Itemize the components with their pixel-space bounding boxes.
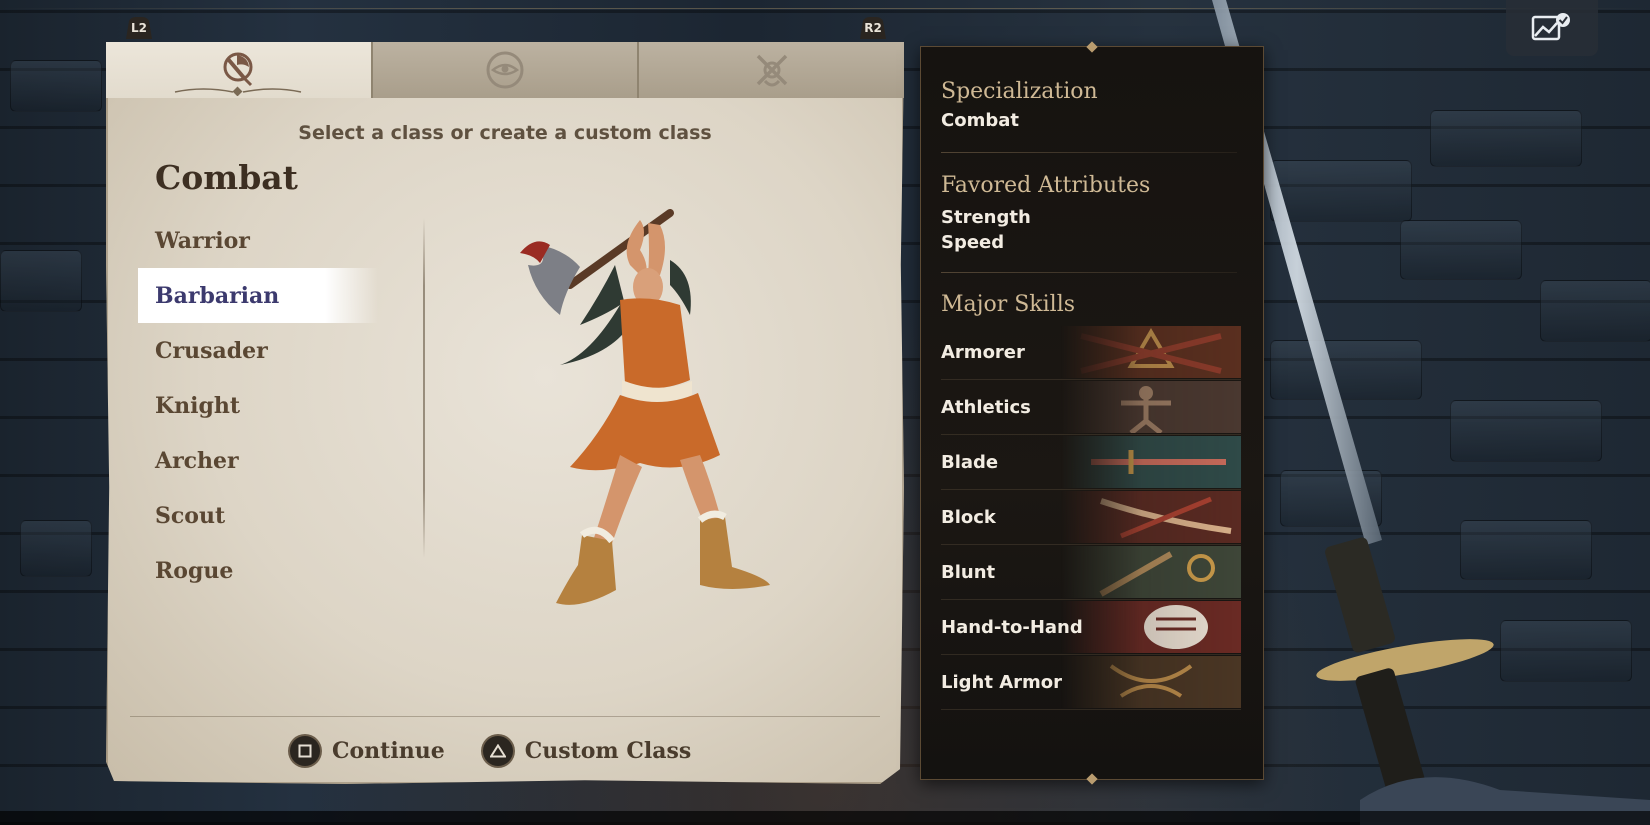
blade-skill-icon bbox=[1061, 436, 1241, 488]
major-skills-label: Major Skills bbox=[941, 292, 1076, 317]
square-button-icon bbox=[290, 736, 320, 766]
category-tabs bbox=[106, 42, 905, 98]
skill-name: Block bbox=[941, 506, 996, 528]
skill-hand-to-hand: Hand-to-Hand bbox=[941, 600, 1241, 655]
info-separator bbox=[941, 272, 1237, 273]
class-item-barbarian[interactable]: Barbarian bbox=[138, 268, 378, 323]
skill-name: Light Armor bbox=[941, 671, 1063, 693]
triangle-button-icon bbox=[482, 736, 513, 766]
custom-class-button[interactable]: Custom Class bbox=[482, 736, 692, 766]
skill-name: Armorer bbox=[941, 341, 1025, 363]
skill-name: Blunt bbox=[941, 561, 996, 583]
skill-name: Blade bbox=[941, 451, 999, 473]
hand-to-hand-skill-icon bbox=[1061, 601, 1241, 653]
info-separator bbox=[941, 152, 1237, 153]
tab-magic[interactable] bbox=[372, 42, 640, 98]
block-skill-icon bbox=[1061, 491, 1241, 543]
skill-blunt: Blunt bbox=[941, 545, 1241, 600]
major-skills-list: Armorer Athletics Blade Block Blunt Hand… bbox=[941, 325, 1241, 710]
class-item-scout[interactable]: Scout bbox=[138, 488, 378, 543]
athletics-skill-icon bbox=[1061, 381, 1241, 433]
eye-sigil-icon bbox=[486, 51, 524, 89]
bottom-bar bbox=[0, 811, 1650, 825]
screenshot-button[interactable] bbox=[1506, 0, 1598, 56]
attribute-strength: Strength bbox=[941, 207, 1031, 228]
skill-block: Block bbox=[941, 490, 1241, 545]
class-info-panel: Specialization Combat Favored Attributes… bbox=[920, 41, 1264, 785]
barbarian-illustration bbox=[520, 209, 770, 605]
skill-name: Hand-to-Hand bbox=[941, 616, 1083, 638]
class-select-prompt: Select a class or create a custom class bbox=[298, 122, 712, 144]
skill-blade: Blade bbox=[941, 435, 1241, 490]
screenshot-check-icon bbox=[1531, 13, 1570, 41]
class-item-archer[interactable]: Archer bbox=[138, 433, 378, 488]
footer-actions: Continue Custom Class bbox=[290, 730, 730, 772]
l2-button[interactable]: L2 bbox=[124, 15, 154, 41]
class-item-crusader[interactable]: Crusader bbox=[138, 323, 378, 378]
tab-stealth[interactable] bbox=[639, 42, 905, 98]
class-item-rogue[interactable]: Rogue bbox=[138, 543, 378, 598]
blunt-skill-icon bbox=[1061, 546, 1241, 598]
r2-button[interactable]: R2 bbox=[858, 15, 888, 41]
custom-class-label: Custom Class bbox=[524, 738, 692, 764]
favored-attributes-label: Favored Attributes bbox=[941, 173, 1151, 198]
skill-armorer: Armorer bbox=[941, 325, 1241, 380]
category-title: Combat bbox=[155, 158, 298, 197]
continue-label: Continue bbox=[332, 738, 445, 764]
top-rule bbox=[0, 8, 1650, 9]
class-list: Warrior Barbarian Crusader Knight Archer… bbox=[138, 213, 378, 598]
skill-name: Athletics bbox=[941, 396, 1031, 418]
l2-label: L2 bbox=[131, 21, 147, 35]
r2-label: R2 bbox=[864, 21, 882, 35]
tab-combat[interactable] bbox=[106, 42, 373, 98]
armorer-skill-icon bbox=[1061, 326, 1241, 378]
crossed-daggers-icon bbox=[756, 54, 787, 87]
list-divider bbox=[423, 218, 425, 558]
specialization-label: Specialization bbox=[941, 79, 1098, 104]
class-item-knight[interactable]: Knight bbox=[138, 378, 378, 433]
footer-divider bbox=[130, 716, 880, 717]
light-armor-skill-icon bbox=[1061, 656, 1241, 708]
class-item-warrior[interactable]: Warrior bbox=[138, 213, 378, 268]
attribute-speed: Speed bbox=[941, 232, 1005, 253]
skill-athletics: Athletics bbox=[941, 380, 1241, 435]
continue-button[interactable]: Continue bbox=[290, 736, 445, 766]
tab-ornament bbox=[175, 86, 302, 96]
skill-light-armor: Light Armor bbox=[941, 655, 1241, 710]
specialization-value: Combat bbox=[941, 110, 1019, 131]
